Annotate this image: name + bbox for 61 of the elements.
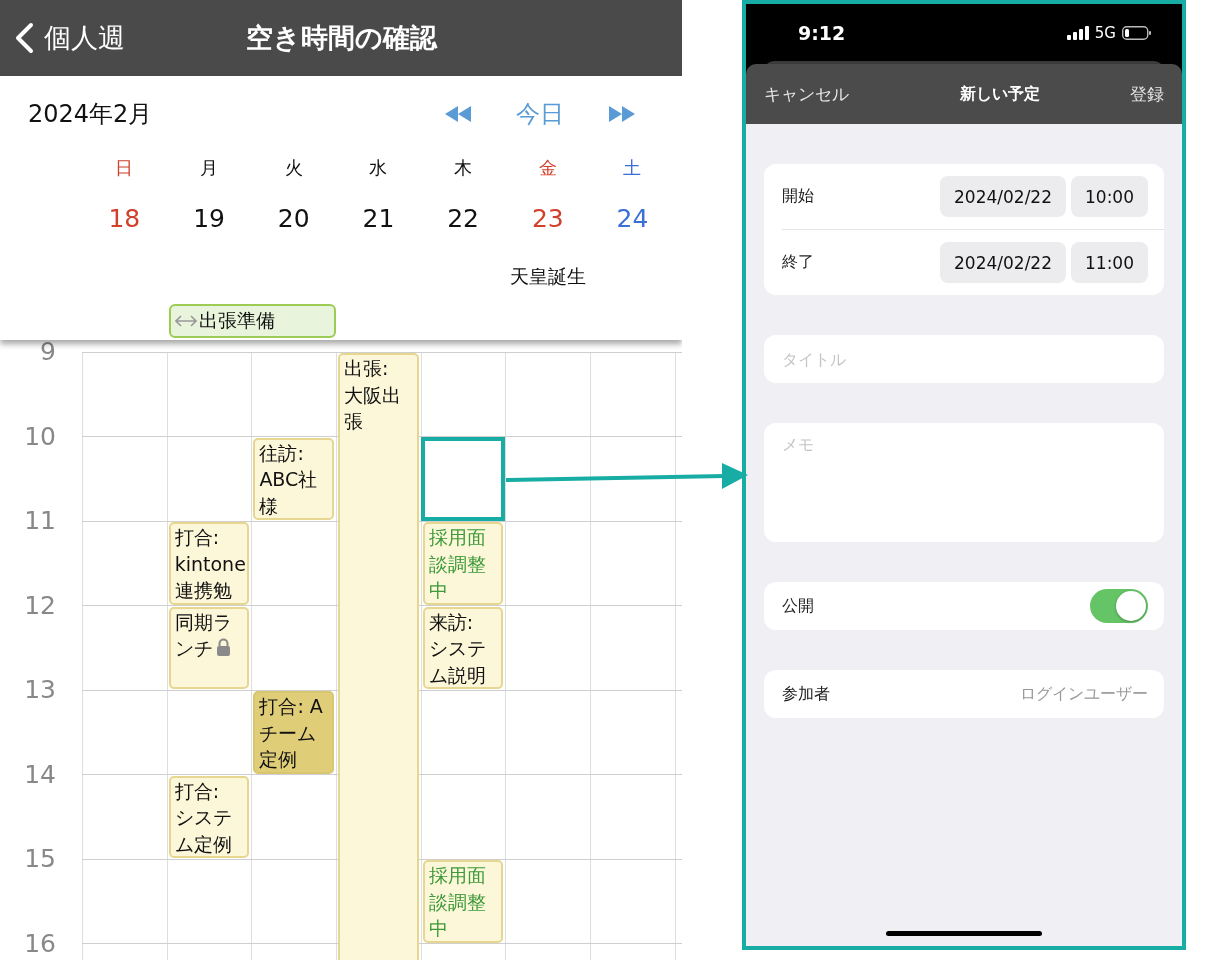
battery-icon xyxy=(1122,25,1152,40)
row-label: 公開 xyxy=(782,595,815,617)
weekday-label: 日 xyxy=(114,156,135,180)
hour-label: 14 xyxy=(23,759,57,790)
weekday-label: 木 xyxy=(453,156,474,180)
hour-label: 16 xyxy=(23,928,57,959)
all-day-event[interactable]: 出張準備 xyxy=(168,304,337,338)
date-picker[interactable]: 2024/02/22 xyxy=(940,242,1066,283)
row-label: 終了 xyxy=(782,252,815,273)
network-label: 5G xyxy=(1094,23,1116,42)
date-label[interactable]: 23 xyxy=(505,203,591,233)
previous-week-button[interactable] xyxy=(444,105,472,123)
title-field[interactable]: タイトル xyxy=(764,335,1164,383)
weekday-label: 月 xyxy=(199,156,220,180)
fast-forward-icon xyxy=(608,105,636,123)
date-label[interactable]: 20 xyxy=(251,203,337,233)
modal-title: 新しい予定 xyxy=(959,83,1040,105)
cancel-button[interactable]: キャンセル xyxy=(764,82,849,106)
hour-label: 11 xyxy=(23,506,57,536)
weekday-label: 火 xyxy=(283,156,304,180)
date-label[interactable]: 21 xyxy=(336,203,421,233)
calendar-event[interactable]: 来訪: システム説明 xyxy=(422,606,504,689)
attendees-value: ログインユーザー xyxy=(1020,683,1148,705)
row-label: 参加者 xyxy=(782,683,831,705)
holiday-label: 天皇誕生 xyxy=(509,265,586,287)
weekday-label: 水 xyxy=(368,156,389,180)
status-time: 9:12 xyxy=(798,21,847,44)
date-label[interactable]: 24 xyxy=(590,203,675,233)
signal-icon xyxy=(1066,25,1089,40)
memo-field[interactable]: メモ xyxy=(764,423,1164,542)
row-label: 開始 xyxy=(782,186,815,207)
month-label: 2024年2月 xyxy=(28,99,154,130)
event-title: 出張準備 xyxy=(198,308,275,333)
hour-label: 10 xyxy=(23,421,57,452)
rewind-icon xyxy=(444,105,472,123)
register-button[interactable]: 登録 xyxy=(1130,82,1164,106)
time-picker[interactable]: 11:00 xyxy=(1071,242,1148,283)
hour-label: 9 xyxy=(39,337,57,367)
calendar-event[interactable]: 往訪: ABC社様 xyxy=(253,437,335,520)
lock-icon xyxy=(215,638,231,657)
screen-title: 空き時間の確認 xyxy=(245,21,437,55)
weekday-label: 金 xyxy=(537,156,558,180)
calendar-event[interactable]: 同期ランチ xyxy=(168,606,250,689)
calendar-event[interactable]: 打合: システム定例 xyxy=(168,775,250,858)
back-button[interactable]: 個人週 xyxy=(0,20,125,56)
hour-label: 15 xyxy=(23,844,57,874)
hour-label: 13 xyxy=(23,675,57,705)
calendar-event[interactable]: 出張: 大阪出張 xyxy=(338,353,419,960)
date-label[interactable]: 22 xyxy=(420,203,506,233)
time-picker[interactable]: 10:00 xyxy=(1071,176,1148,217)
public-toggle[interactable] xyxy=(1090,589,1148,623)
selected-slot[interactable] xyxy=(420,436,506,521)
weekday-label: 土 xyxy=(622,156,643,180)
date-picker[interactable]: 2024/02/22 xyxy=(940,176,1066,217)
calendar-event[interactable]: 打合: kintone連携勉 xyxy=(168,522,250,605)
date-label[interactable]: 19 xyxy=(166,203,252,233)
hour-label: 12 xyxy=(23,590,57,621)
chevron-left-icon xyxy=(14,22,34,54)
next-week-button[interactable] xyxy=(608,105,636,123)
calendar-event[interactable]: 打合: Aチーム定例 xyxy=(253,691,335,774)
date-label[interactable]: 18 xyxy=(82,203,167,233)
